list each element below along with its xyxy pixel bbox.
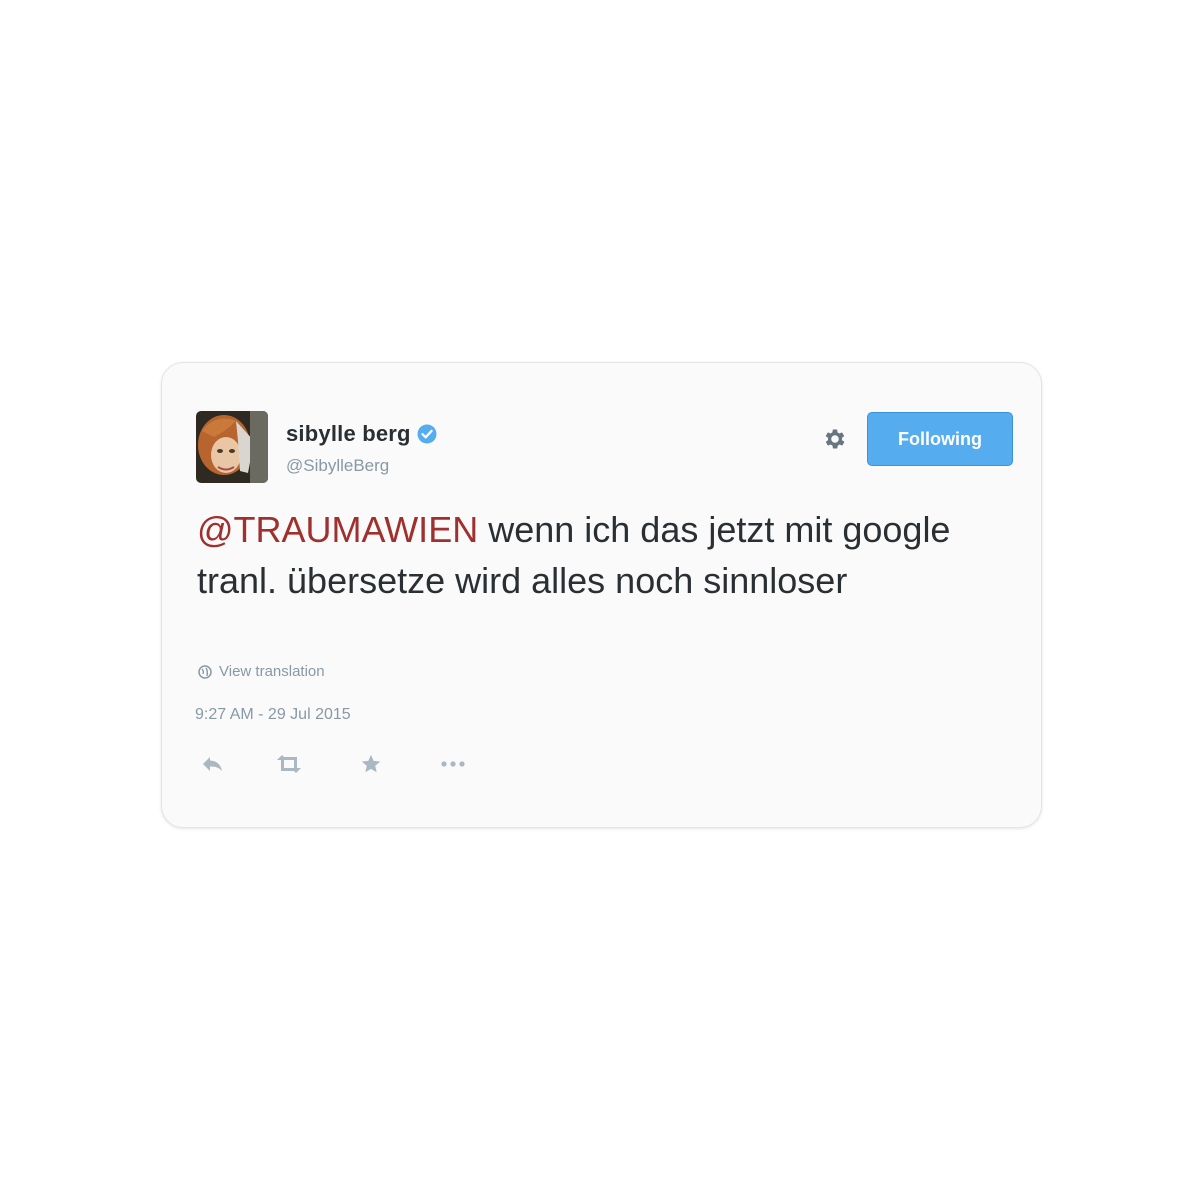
view-translation-link[interactable]: View translation [198,663,325,680]
view-translation-label[interactable]: View translation [219,663,325,680]
verified-badge-icon [417,424,437,444]
mention-link[interactable]: @TRAUMAWIEN [197,509,478,550]
following-button[interactable]: Following [867,412,1013,466]
retweet-button[interactable] [274,749,304,779]
star-icon [361,754,381,773]
tweet-text: @TRAUMAWIEN wenn ich das jetzt mit googl… [197,504,997,606]
display-name-row[interactable]: sibylle berg [286,421,437,447]
retweet-icon [277,755,301,773]
favorite-button[interactable] [356,749,386,779]
globe-icon [198,664,212,679]
more-icon [441,761,465,767]
user-handle[interactable]: @SibylleBerg [286,456,389,476]
avatar[interactable] [196,411,268,483]
more-button[interactable] [438,749,468,779]
reply-icon [203,757,222,771]
display-name[interactable]: sibylle berg [286,421,411,447]
avatar-image [196,411,268,483]
tweet-card: sibylle berg @SibylleBerg Following @TRA… [161,362,1042,828]
gear-icon[interactable] [822,426,848,452]
reply-button[interactable] [198,749,228,779]
tweet-timestamp[interactable]: 9:27 AM - 29 Jul 2015 [195,706,351,724]
